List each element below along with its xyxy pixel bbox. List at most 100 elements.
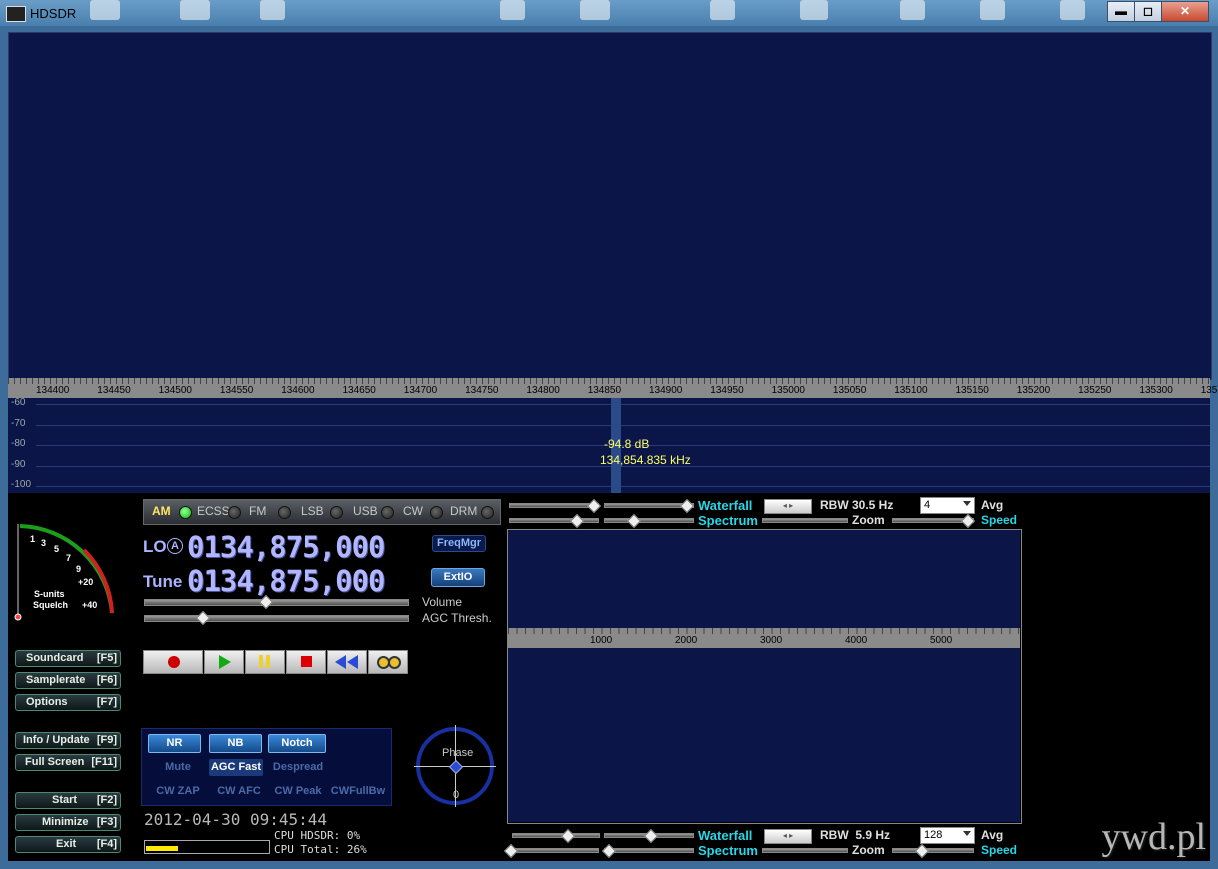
frequency-tick-label: 134950 [710, 385, 744, 396]
shortcut-key: [F11] [91, 756, 117, 768]
shortcut-key: [F6] [96, 674, 117, 686]
loop-icon [388, 656, 401, 669]
start-button[interactable]: Start [F2] [15, 792, 121, 809]
af-avg-select[interactable]: 128 [920, 827, 975, 844]
cw-fullbw-button[interactable]: CWFullBw [328, 783, 388, 800]
rf-waterfall-label: Waterfall [698, 498, 753, 513]
stop-button[interactable] [286, 650, 326, 674]
cw-zap-button[interactable]: CW ZAP [148, 783, 208, 800]
frequency-tick-label: 134500 [158, 385, 192, 396]
frequency-tick-label: 134650 [342, 385, 376, 396]
mode-selector: AM ECSS FM LSB USB CW DRM [143, 499, 501, 525]
exit-button[interactable]: Exit [F4] [15, 836, 121, 853]
maximize-button[interactable]: ◻ [1134, 1, 1162, 22]
rf-waterfall[interactable] [8, 32, 1212, 380]
rf-frequency-axis[interactable]: 134400 134450 134500 134550 134600 134650 1347… [8, 378, 1217, 398]
rf-spectrum-slider-1[interactable] [509, 518, 599, 523]
af-speed-slider[interactable] [892, 848, 974, 853]
button-label: Minimize [42, 816, 89, 828]
tune-label: Tune [143, 572, 183, 591]
soundcard-button[interactable]: Soundcard [F5] [15, 650, 121, 667]
af-zoom-slider[interactable] [762, 848, 848, 853]
af-frequency-axis[interactable]: 1000 2000 3000 4000 5000 [508, 628, 1020, 648]
mode-usb-button[interactable]: USB [353, 504, 378, 518]
full-screen-button[interactable]: Full Screen [F11] [15, 754, 121, 771]
frequency-tick-label: 135150 [955, 385, 989, 396]
af-spectrum-slider-1[interactable] [509, 848, 599, 853]
mode-fm-button[interactable]: FM [249, 504, 266, 518]
s-meter-tick: +40 [82, 600, 98, 610]
rf-spectrum-slider-2[interactable] [604, 518, 694, 523]
notch-button[interactable]: Notch [268, 734, 326, 753]
lo-lock-badge[interactable]: A [167, 538, 183, 554]
cw-afc-button[interactable]: CW AFC [209, 783, 269, 800]
frequency-tick-label: 135200 [1016, 385, 1051, 396]
agc-threshold-slider[interactable] [144, 615, 409, 622]
agc-fast-button[interactable]: AGC Fast [209, 759, 263, 776]
cw-peak-button[interactable]: CW Peak [268, 783, 328, 800]
mode-am-led [179, 506, 192, 519]
nr-button[interactable]: NR [148, 734, 201, 753]
s-meter-tick: 5 [54, 544, 60, 554]
mute-button[interactable]: Mute [148, 759, 208, 776]
rf-rbw-stepper[interactable]: ◂ ▸ [764, 499, 812, 514]
db-tick-label: -90 [11, 458, 26, 470]
cpu-hdsdr-readout: CPU HDSDR: 0% [274, 829, 361, 842]
samplerate-button[interactable]: Samplerate [F6] [15, 672, 121, 689]
button-label: Info / Update [23, 734, 90, 746]
db-tick-label: -100 [11, 479, 32, 490]
extio-button[interactable]: ExtIO [431, 568, 485, 587]
af-rbw-stepper[interactable]: ◂ ▸ [764, 829, 812, 844]
volume-slider[interactable] [144, 599, 409, 606]
frequency-tick-label: 134700 [403, 385, 438, 396]
options-button[interactable]: Options [F7] [15, 694, 121, 711]
rf-rbw-label: RBW 30.5 Hz [820, 498, 894, 512]
app-icon [6, 6, 26, 22]
mode-fm-led [278, 506, 291, 519]
s-meter-tick: +20 [78, 577, 94, 587]
af-spectrum[interactable] [508, 648, 1020, 822]
db-gridline [36, 486, 1210, 487]
record-button[interactable] [143, 650, 203, 674]
mode-lsb-led [330, 506, 343, 519]
af-avg-label: Avg [981, 828, 1004, 842]
frequency-tick-label: 135250 [1078, 385, 1112, 396]
lo-frequency-display[interactable]: 0134,875,000 [187, 530, 386, 564]
pause-icon [259, 655, 263, 668]
audio-frequency-tick-label: 2000 [675, 635, 698, 646]
mode-cw-button[interactable]: CW [403, 504, 423, 518]
freqmgr-button[interactable]: FreqMgr [432, 535, 486, 552]
record-icon [168, 656, 180, 668]
s-meter-tick: 9 [76, 564, 82, 574]
nb-button[interactable]: NB [209, 734, 262, 753]
phase-display[interactable]: Phase 0 [414, 725, 496, 807]
loop-button[interactable] [368, 650, 408, 674]
tune-frequency-display[interactable]: 0134,875,000 [187, 564, 386, 598]
agc-threshold-label: AGC Thresh. [422, 611, 492, 625]
play-button[interactable] [204, 650, 244, 674]
despread-button[interactable]: Despread [268, 759, 328, 776]
frequency-tick-label: 134850 [587, 385, 622, 396]
mode-ecss-button[interactable]: ECSS [197, 504, 230, 518]
rf-speed-label: Speed [981, 513, 1018, 527]
db-tick-label: -70 [11, 417, 26, 429]
af-waterfall[interactable] [508, 530, 1020, 628]
rf-zoom-slider[interactable] [762, 518, 848, 523]
af-spectrum-slider-2[interactable] [604, 848, 694, 853]
rf-avg-select[interactable]: 4 [920, 497, 975, 514]
mode-drm-button[interactable]: DRM [450, 504, 477, 518]
mode-am-button[interactable]: AM [152, 504, 171, 518]
minimize-button[interactable]: ▬ [1107, 1, 1135, 22]
close-button[interactable]: ✕ [1161, 1, 1209, 22]
title-bar[interactable] [0, 0, 1218, 26]
shortcut-key: [F3] [96, 816, 117, 828]
info-update-button[interactable]: Info / Update [F9] [15, 732, 121, 749]
rewind-button[interactable] [327, 650, 367, 674]
minimize-app-button[interactable]: Minimize [F3] [15, 814, 121, 831]
pause-button[interactable] [245, 650, 285, 674]
mode-lsb-button[interactable]: LSB [301, 504, 324, 518]
button-label: Soundcard [26, 652, 84, 664]
af-waterfall-slider-1[interactable] [512, 833, 600, 838]
s-meter-tick: 7 [66, 553, 72, 563]
mode-ecss-led [228, 506, 241, 519]
